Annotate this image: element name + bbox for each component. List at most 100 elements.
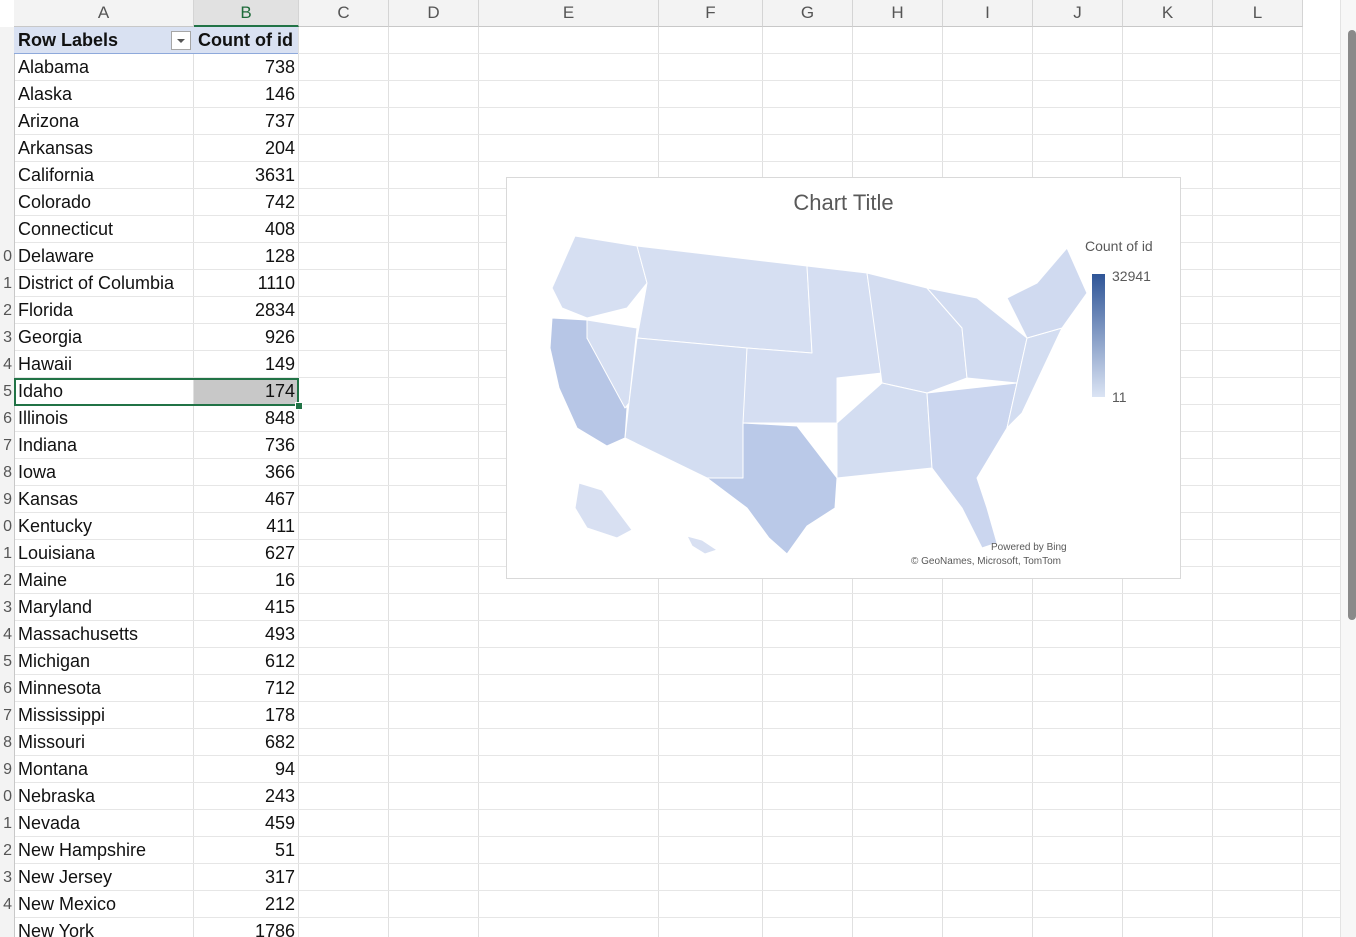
pivot-row-label[interactable]: Maine bbox=[18, 567, 194, 594]
pivot-row-label[interactable]: Alabama bbox=[18, 54, 194, 81]
pivot-row-label[interactable]: New Mexico bbox=[18, 891, 194, 918]
row-number[interactable]: 1 bbox=[0, 270, 14, 297]
pivot-row-label[interactable]: Montana bbox=[18, 756, 194, 783]
row-number[interactable]: 7 bbox=[0, 432, 14, 459]
pivot-row-label[interactable]: Connecticut bbox=[18, 216, 194, 243]
column-header-a[interactable]: A bbox=[14, 0, 194, 27]
row-number[interactable] bbox=[0, 54, 14, 81]
pivot-row-label[interactable]: Kentucky bbox=[18, 513, 194, 540]
pivot-row-count[interactable]: 317 bbox=[194, 864, 298, 891]
row-number[interactable] bbox=[0, 189, 14, 216]
pivot-row-count[interactable]: 408 bbox=[194, 216, 298, 243]
row-number[interactable]: 8 bbox=[0, 459, 14, 486]
pivot-row-count[interactable]: 94 bbox=[194, 756, 298, 783]
pivot-header-count[interactable]: Count of id bbox=[194, 27, 298, 54]
pivot-header-row-labels[interactable]: Row Labels bbox=[14, 27, 194, 54]
pivot-row-label[interactable]: Maryland bbox=[18, 594, 194, 621]
pivot-row-count[interactable]: 212 bbox=[194, 891, 298, 918]
pivot-row-label[interactable]: Delaware bbox=[18, 243, 194, 270]
pivot-row-count[interactable]: 738 bbox=[194, 54, 298, 81]
pivot-row-label[interactable]: California bbox=[18, 162, 194, 189]
pivot-row-count[interactable]: 1110 bbox=[194, 270, 298, 297]
pivot-row-count[interactable]: 178 bbox=[194, 702, 298, 729]
pivot-row-label[interactable]: Iowa bbox=[18, 459, 194, 486]
row-number[interactable]: 0 bbox=[0, 513, 14, 540]
pivot-row-count[interactable]: 467 bbox=[194, 486, 298, 513]
pivot-row-count[interactable]: 736 bbox=[194, 432, 298, 459]
row-number[interactable] bbox=[0, 162, 14, 189]
pivot-row-count[interactable]: 204 bbox=[194, 135, 298, 162]
row-number[interactable]: 5 bbox=[0, 378, 14, 405]
pivot-row-label[interactable]: Colorado bbox=[18, 189, 194, 216]
pivot-row-count[interactable]: 742 bbox=[194, 189, 298, 216]
column-header-k[interactable]: K bbox=[1123, 0, 1213, 27]
row-number[interactable]: 3 bbox=[0, 864, 14, 891]
pivot-row-count[interactable]: 366 bbox=[194, 459, 298, 486]
row-number[interactable]: 1 bbox=[0, 810, 14, 837]
row-number[interactable] bbox=[0, 216, 14, 243]
pivot-row-label[interactable]: Massachusetts bbox=[18, 621, 194, 648]
row-number[interactable]: 1 bbox=[0, 540, 14, 567]
pivot-row-count[interactable]: 149 bbox=[194, 351, 298, 378]
row-number[interactable]: 0 bbox=[0, 243, 14, 270]
pivot-row-count[interactable]: 848 bbox=[194, 405, 298, 432]
pivot-row-count[interactable]: 493 bbox=[194, 621, 298, 648]
pivot-row-count[interactable]: 682 bbox=[194, 729, 298, 756]
worksheet-grid[interactable]: ABCDEFGHIJKL 0123456789012345678901234 R… bbox=[0, 0, 1340, 937]
pivot-row-label[interactable]: District of Columbia bbox=[18, 270, 194, 297]
filled-map-chart[interactable]: Chart Title Count of id 32941 11 Powered… bbox=[506, 177, 1181, 579]
pivot-row-count[interactable]: 926 bbox=[194, 324, 298, 351]
pivot-row-label[interactable]: Missouri bbox=[18, 729, 194, 756]
column-header-j[interactable]: J bbox=[1033, 0, 1123, 27]
pivot-row-label[interactable]: Louisiana bbox=[18, 540, 194, 567]
column-header-d[interactable]: D bbox=[389, 0, 479, 27]
pivot-row-label[interactable]: New Hampshire bbox=[18, 837, 194, 864]
row-number[interactable]: 5 bbox=[0, 648, 14, 675]
fill-handle[interactable] bbox=[295, 402, 303, 410]
pivot-row-label[interactable]: Michigan bbox=[18, 648, 194, 675]
row-number[interactable]: 4 bbox=[0, 621, 14, 648]
row-number[interactable]: 9 bbox=[0, 486, 14, 513]
pivot-row-label[interactable]: Florida bbox=[18, 297, 194, 324]
column-header-i[interactable]: I bbox=[943, 0, 1033, 27]
pivot-row-count[interactable]: 627 bbox=[194, 540, 298, 567]
scrollbar-thumb[interactable] bbox=[1348, 30, 1356, 620]
row-number[interactable]: 9 bbox=[0, 756, 14, 783]
pivot-row-label[interactable]: Arizona bbox=[18, 108, 194, 135]
row-number[interactable] bbox=[0, 108, 14, 135]
column-header-c[interactable]: C bbox=[299, 0, 389, 27]
pivot-row-count[interactable]: 459 bbox=[194, 810, 298, 837]
column-header-g[interactable]: G bbox=[763, 0, 853, 27]
pivot-row-count[interactable]: 3631 bbox=[194, 162, 298, 189]
pivot-row-count[interactable]: 737 bbox=[194, 108, 298, 135]
pivot-row-count[interactable]: 712 bbox=[194, 675, 298, 702]
row-number[interactable] bbox=[0, 27, 14, 54]
pivot-row-label[interactable]: Nebraska bbox=[18, 783, 194, 810]
pivot-row-label[interactable]: Arkansas bbox=[18, 135, 194, 162]
pivot-row-count[interactable]: 146 bbox=[194, 81, 298, 108]
pivot-row-count[interactable]: 243 bbox=[194, 783, 298, 810]
pivot-row-label[interactable]: New York bbox=[18, 918, 194, 937]
column-header-h[interactable]: H bbox=[853, 0, 943, 27]
row-number[interactable] bbox=[0, 135, 14, 162]
column-header-e[interactable]: E bbox=[479, 0, 659, 27]
pivot-row-label[interactable]: Mississippi bbox=[18, 702, 194, 729]
row-number[interactable]: 0 bbox=[0, 783, 14, 810]
row-number[interactable]: 7 bbox=[0, 702, 14, 729]
row-number[interactable]: 2 bbox=[0, 297, 14, 324]
pivot-row-count[interactable]: 415 bbox=[194, 594, 298, 621]
pivot-row-label[interactable]: Kansas bbox=[18, 486, 194, 513]
row-number[interactable]: 3 bbox=[0, 324, 14, 351]
pivot-row-count[interactable]: 16 bbox=[194, 567, 298, 594]
pivot-row-count[interactable]: 51 bbox=[194, 837, 298, 864]
column-header-l[interactable]: L bbox=[1213, 0, 1303, 27]
row-number[interactable] bbox=[0, 81, 14, 108]
pivot-row-count[interactable]: 411 bbox=[194, 513, 298, 540]
row-number[interactable]: 2 bbox=[0, 567, 14, 594]
row-labels-filter-button[interactable] bbox=[171, 31, 191, 50]
column-header-b[interactable]: B bbox=[194, 0, 299, 27]
pivot-row-count[interactable]: 1786 bbox=[194, 918, 298, 937]
pivot-row-count[interactable]: 612 bbox=[194, 648, 298, 675]
row-number[interactable]: 4 bbox=[0, 891, 14, 918]
row-number[interactable]: 8 bbox=[0, 729, 14, 756]
